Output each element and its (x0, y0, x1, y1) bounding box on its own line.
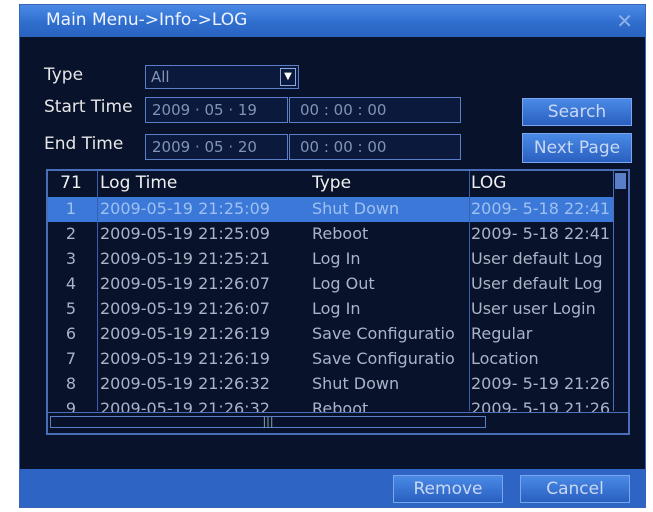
table-row[interactable]: 1 2009-05-19 21:25:09 Shut Down 2009- 5-18 … (48, 197, 616, 222)
table-row[interactable]: 6 2009-05-19 21:26:19 Save Configuratio Reg… (48, 322, 616, 347)
end-date-field[interactable]: 2009 · 05 · 20 (145, 134, 288, 160)
row-log-time: 2009-05-19 21:26:07 (100, 274, 270, 293)
chevron-down-icon[interactable]: ▼ (280, 68, 296, 86)
column-divider (469, 171, 470, 411)
table-row[interactable]: 4 2009-05-19 21:26:07 Log Out User default … (48, 272, 616, 297)
cancel-button[interactable]: Cancel (520, 475, 630, 503)
end-time-value: 00 : 00 : 00 (300, 138, 387, 156)
end-date-value: 2009 · 05 · 20 (152, 138, 257, 156)
row-log: 2009- 5-18 22:41 (471, 224, 611, 243)
vertical-scrollbar[interactable] (613, 171, 628, 411)
row-type: Save Configuratio (312, 324, 455, 343)
row-index: 8 (65, 374, 77, 393)
log-table: 71 Log Time Type LOG 1 2009-05-19 21:25:0… (46, 169, 630, 435)
table-row[interactable]: 8 2009-05-19 21:26:32 Shut Down 2009- 5-19 … (48, 372, 616, 397)
row-log: 2009- 5-19 21:26 (471, 374, 611, 393)
window-title: Main Menu->Info->LOG (46, 10, 248, 30)
close-icon[interactable]: ✕ (616, 9, 633, 33)
row-type: Save Configuratio (312, 349, 455, 368)
scroll-thumb[interactable] (615, 173, 626, 189)
row-index: 6 (65, 324, 77, 343)
table-row[interactable]: 2 2009-05-19 21:25:09 Reboot 2009- 5-18 22:… (48, 222, 616, 247)
row-type: Shut Down (312, 199, 400, 218)
type-select[interactable]: All ▼ (145, 65, 299, 89)
horizontal-scrollbar[interactable]: ||| (48, 412, 628, 433)
row-index: 5 (65, 299, 77, 318)
column-count-header: 71 (60, 173, 82, 193)
row-log: Location (471, 349, 539, 368)
column-divider (97, 171, 98, 411)
table-row[interactable]: 7 2009-05-19 21:26:19 Save Configuratio Loc… (48, 347, 616, 372)
table-row[interactable]: 3 2009-05-19 21:25:21 Log In User default L… (48, 247, 616, 272)
title-bar: Main Menu->Info->LOG ✕ (20, 5, 645, 37)
table-row[interactable]: 5 2009-05-19 21:26:07 Log In User user Logi… (48, 297, 616, 322)
row-log-time: 2009-05-19 21:26:19 (100, 349, 270, 368)
row-index: 2 (65, 224, 77, 243)
column-log-header: LOG (471, 173, 507, 193)
row-index: 7 (65, 349, 77, 368)
scroll-thumb[interactable]: ||| (50, 416, 486, 428)
row-index: 1 (65, 199, 77, 218)
start-time-value: 00 : 00 : 00 (300, 101, 387, 119)
start-date-value: 2009 · 05 · 19 (152, 101, 257, 119)
row-type: Log In (312, 249, 361, 268)
row-type: Shut Down (312, 374, 400, 393)
end-time-label: End Time (44, 134, 124, 154)
row-log: User default Log (471, 249, 603, 268)
row-log-time: 2009-05-19 21:25:09 (100, 199, 270, 218)
table-header: 71 Log Time Type LOG (48, 171, 628, 195)
type-select-value: All (151, 68, 170, 86)
row-log: User user Login (471, 299, 596, 318)
column-log-time-header: Log Time (100, 173, 178, 193)
row-log-time: 2009-05-19 21:25:09 (100, 224, 270, 243)
end-time-field[interactable]: 00 : 00 : 00 (289, 134, 461, 160)
row-index: 4 (65, 274, 77, 293)
row-index: 3 (65, 249, 77, 268)
start-time-field[interactable]: 00 : 00 : 00 (289, 97, 461, 123)
next-page-button[interactable]: Next Page (522, 133, 632, 163)
row-log-time: 2009-05-19 21:26:32 (100, 374, 270, 393)
row-log-time: 2009-05-19 21:25:21 (100, 249, 270, 268)
row-type: Log Out (312, 274, 375, 293)
start-date-field[interactable]: 2009 · 05 · 19 (145, 97, 288, 123)
row-type: Log In (312, 299, 361, 318)
row-type: Reboot (312, 224, 369, 243)
row-log: 2009- 5-18 22:41 (471, 199, 611, 218)
row-log-time: 2009-05-19 21:26:07 (100, 299, 270, 318)
row-log: Regular (471, 324, 533, 343)
type-label: Type (44, 65, 84, 85)
column-type-header: Type (312, 173, 352, 193)
row-log: User default Log (471, 274, 603, 293)
footer-bar: Remove Cancel (20, 469, 645, 507)
remove-button[interactable]: Remove (393, 475, 503, 503)
start-time-label: Start Time (44, 97, 133, 117)
search-button[interactable]: Search (522, 98, 632, 126)
log-dialog: Main Menu->Info->LOG ✕ Type All ▼ Start … (19, 4, 646, 508)
row-log-time: 2009-05-19 21:26:19 (100, 324, 270, 343)
